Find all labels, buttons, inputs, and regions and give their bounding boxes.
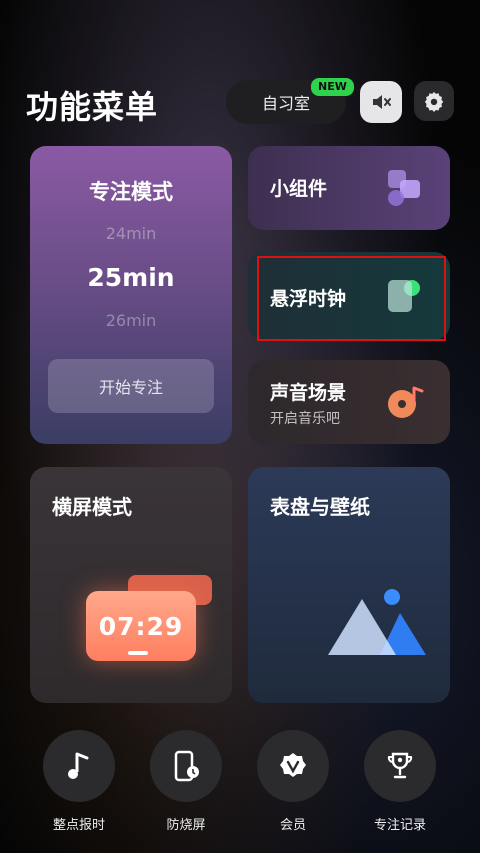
selection-highlight bbox=[257, 256, 446, 341]
landscape-mode-label: 横屏模式 bbox=[52, 495, 132, 519]
start-focus-button[interactable]: 开始专注 bbox=[48, 359, 214, 413]
widgets-label: 小组件 bbox=[270, 178, 328, 200]
dial-wallpaper-card[interactable]: 表盘与壁纸 bbox=[248, 467, 450, 703]
hourly-chime-button[interactable]: 整点报时 bbox=[42, 730, 116, 833]
feature-menu-screen: 功能菜单 自习室 NEW 专注模式 24min 25min 26min 开始专注… bbox=[0, 0, 480, 853]
membership-button[interactable]: 会员 bbox=[256, 730, 330, 833]
time-option-prev[interactable]: 24min bbox=[30, 224, 232, 243]
burn-in-protection-button[interactable]: 防烧屏 bbox=[149, 730, 223, 833]
burn-in-label: 防烧屏 bbox=[166, 818, 206, 833]
vip-badge-icon bbox=[280, 753, 306, 777]
settings-button[interactable] bbox=[414, 81, 454, 121]
speaker-mute-icon bbox=[373, 95, 391, 109]
focus-mode-title: 专注模式 bbox=[89, 180, 173, 204]
phone-clock-icon bbox=[174, 750, 199, 782]
mute-button[interactable] bbox=[360, 81, 402, 123]
gear-icon bbox=[424, 91, 444, 112]
music-note-icon bbox=[68, 752, 89, 779]
trophy-icon bbox=[387, 752, 413, 779]
widgets-card[interactable]: 小组件 bbox=[248, 146, 450, 230]
focus-records-circle bbox=[364, 730, 436, 802]
membership-circle bbox=[257, 730, 329, 802]
music-disc-icon bbox=[388, 386, 424, 418]
membership-label: 会员 bbox=[279, 818, 306, 833]
burn-in-circle bbox=[150, 730, 222, 802]
focus-mode-card[interactable]: 专注模式 24min 25min 26min 开始专注 bbox=[30, 146, 232, 444]
hourly-chime-label: 整点报时 bbox=[52, 818, 105, 833]
clock-illustration-bar bbox=[128, 651, 148, 655]
dial-wallpaper-label: 表盘与壁纸 bbox=[270, 495, 370, 519]
sound-scene-label: 声音场景 bbox=[270, 382, 347, 404]
new-badge: NEW bbox=[311, 78, 354, 96]
landscape-mode-card[interactable]: 横屏模式 07:29 bbox=[30, 467, 232, 703]
hourly-chime-circle bbox=[43, 730, 115, 802]
focus-records-button[interactable]: 专注记录 bbox=[363, 730, 437, 833]
page-title: 功能菜单 bbox=[26, 88, 159, 126]
sound-scene-card[interactable]: 声音场景 开启音乐吧 bbox=[248, 360, 450, 444]
widgets-icon bbox=[388, 170, 420, 206]
focus-records-label: 专注记录 bbox=[373, 818, 426, 833]
time-option-next[interactable]: 26min bbox=[30, 311, 232, 330]
sound-scene-sublabel: 开启音乐吧 bbox=[270, 411, 340, 427]
image-mountains-icon bbox=[328, 589, 426, 655]
time-option-selected[interactable]: 25min bbox=[30, 263, 232, 292]
